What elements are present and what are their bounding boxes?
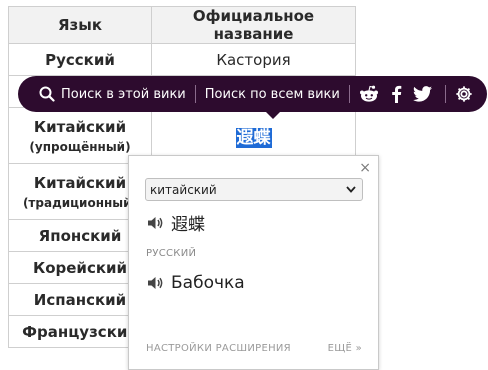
- language-name: Китайский: [33, 173, 127, 192]
- selected-text[interactable]: 遐蝶: [235, 128, 272, 148]
- table-row: Русский Кастория: [8, 43, 356, 76]
- source-language-value: китайский: [150, 182, 217, 197]
- target-language-label: РУССКИЙ: [146, 248, 197, 259]
- column-header-official-name: Официальное название: [151, 6, 356, 44]
- twitter-icon[interactable]: [413, 84, 433, 104]
- language-name: Китайский: [33, 117, 127, 136]
- search-icon: [37, 84, 57, 104]
- toolbar-divider: [444, 85, 446, 103]
- search-this-wiki-button[interactable]: Поиск в этой вики: [37, 84, 186, 104]
- more-link[interactable]: ЕЩЁ »: [328, 343, 362, 354]
- source-entry: 遐蝶: [147, 210, 205, 235]
- speaker-icon[interactable]: [147, 275, 165, 291]
- language-variant: (традиционный): [22, 195, 138, 210]
- source-text: 遐蝶: [171, 215, 205, 235]
- close-icon[interactable]: ×: [359, 161, 371, 175]
- table-header-row: Язык Официальное название: [8, 6, 356, 44]
- reddit-icon[interactable]: [359, 84, 379, 104]
- search-all-wikis-label: Поиск по всем вики: [204, 86, 340, 102]
- search-this-wiki-label: Поиск в этой вики: [61, 86, 186, 102]
- toolbar-divider: [348, 85, 350, 103]
- speaker-icon[interactable]: [147, 215, 165, 231]
- language-cell: Русский: [8, 43, 152, 76]
- extension-settings-link[interactable]: НАСТРОЙКИ РАСШИРЕНИЯ: [146, 343, 291, 354]
- chevron-down-icon: [345, 183, 357, 198]
- name-cell: Кастория: [151, 43, 356, 76]
- source-language-select[interactable]: китайский: [145, 178, 363, 201]
- language-variant: (упрощённый): [29, 139, 131, 154]
- selection-toolbar: Поиск в этой вики Поиск по всем вики: [18, 76, 487, 119]
- toolbar-divider: [194, 85, 196, 103]
- column-header-language: Язык: [8, 6, 152, 44]
- gear-icon[interactable]: [454, 84, 474, 104]
- translation-popup: × китайский 遐蝶 РУССКИЙ Бабочка НАСТРОЙКИ…: [128, 155, 379, 370]
- facebook-icon[interactable]: [386, 84, 406, 104]
- search-all-wikis-button[interactable]: Поиск по всем вики: [205, 87, 340, 102]
- translation-entry: Бабочка: [147, 273, 245, 293]
- translation-text: Бабочка: [171, 273, 245, 293]
